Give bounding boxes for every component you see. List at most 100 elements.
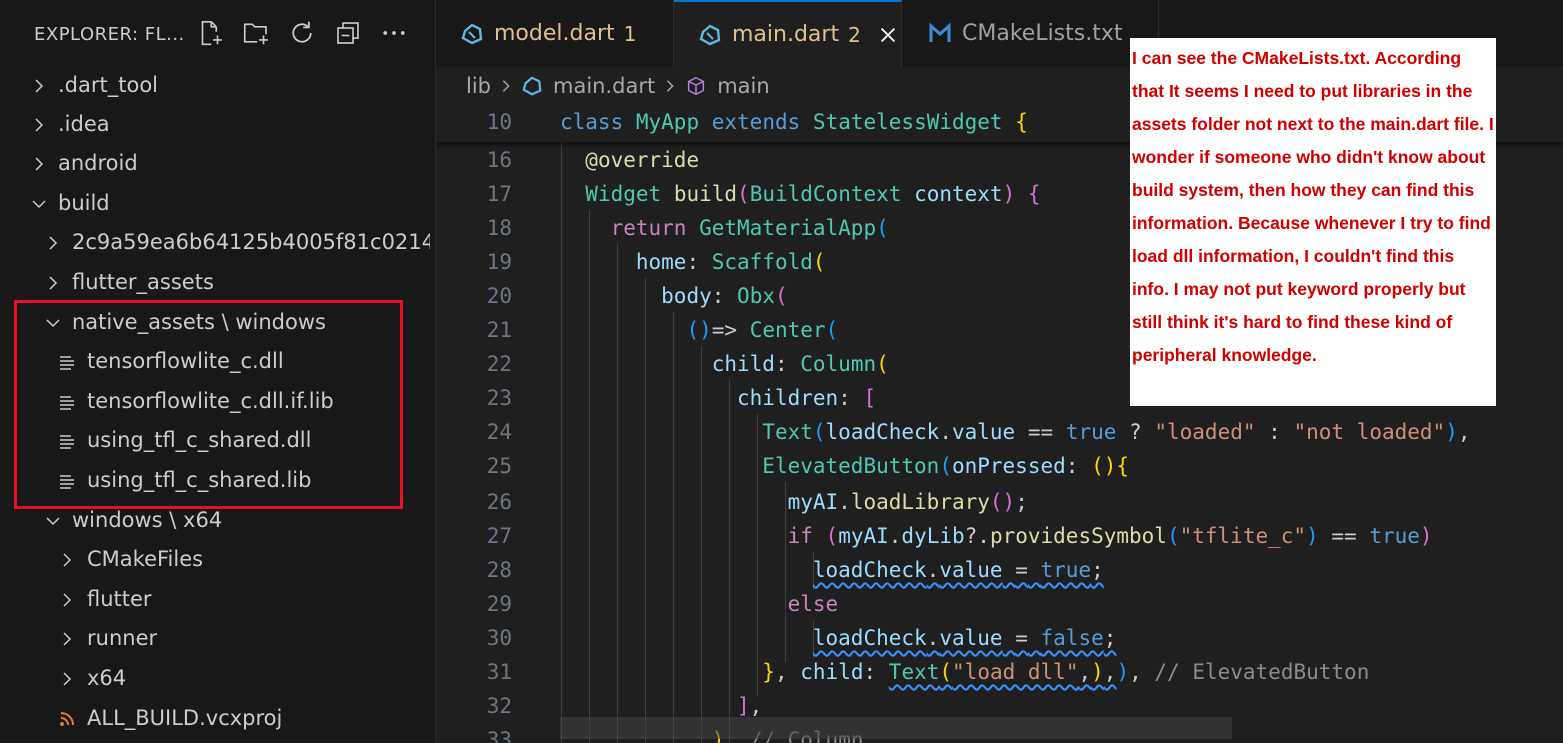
rss-file-icon [59, 711, 75, 727]
code-line-25: ElevatedButton(onPressed: (){ [762, 454, 1130, 478]
line-number: 22 [486, 352, 512, 376]
tree-folder[interactable]: native_assets \ windows [0, 304, 436, 342]
tree-file[interactable]: using_tfl_c_shared.lib [0, 462, 436, 500]
tree-file[interactable]: tensorflowlite_c.dll [0, 343, 436, 381]
line-number: 25 [486, 454, 512, 478]
line-number: 26 [486, 490, 512, 514]
tree-folder[interactable]: flutter [0, 581, 436, 619]
tree-file[interactable]: ALL_BUILD.vcxproj [0, 700, 436, 738]
text-file-icon [59, 354, 75, 370]
code-line-21: ()=> Center( [686, 318, 839, 342]
code-line-20: body: Obx( [661, 284, 788, 308]
tree-folder[interactable]: flutter_assets [0, 264, 436, 302]
line-number: 31 [486, 660, 512, 684]
tree-folder[interactable]: windows \ x64 [0, 502, 436, 540]
line-number: 20 [486, 284, 512, 308]
line-number: 17 [486, 182, 512, 206]
tree-folder[interactable]: android [0, 145, 436, 183]
more-actions-icon[interactable] [377, 16, 410, 49]
text-file-icon [59, 433, 75, 449]
chevron-right-icon[interactable] [28, 67, 50, 105]
dart-icon [522, 76, 542, 96]
tree-file[interactable]: using_tfl_c_shared.dll [0, 422, 436, 460]
tree-item-label: build [58, 191, 110, 215]
chevron-right-icon[interactable] [56, 660, 78, 698]
chevron-down-icon[interactable] [42, 502, 64, 540]
line-number: 23 [486, 386, 512, 410]
horizontal-scrollbar[interactable] [560, 717, 1232, 739]
line-number: 27 [486, 524, 512, 548]
code-line-17: Widget build(BuildContext context) { [585, 182, 1041, 206]
tree-file[interactable]: tensorflowlite_c.dll.if.lib [0, 383, 436, 421]
chevron-right-icon[interactable] [56, 541, 78, 579]
tree-item-label: native_assets \ windows [72, 310, 326, 334]
tree-folder[interactable]: .dart_tool [0, 67, 436, 105]
code-line-30: loadCheck.value = false; [812, 626, 1117, 650]
breadcrumb-file[interactable]: main.dart [553, 74, 655, 98]
chevron-right-icon[interactable] [56, 581, 78, 619]
refresh-icon[interactable] [285, 16, 318, 49]
tree-item-label: .idea [58, 112, 110, 136]
breadcrumb-symbol[interactable]: main [717, 74, 769, 98]
problem-count: 1 [623, 21, 637, 46]
chevron-right-icon[interactable] [28, 106, 50, 144]
tree-item-label: x64 [87, 666, 127, 690]
explorer-actions [193, 16, 410, 49]
code-line-23: children: [ [737, 386, 877, 410]
chevron-down-icon[interactable] [28, 185, 50, 223]
annotation-text: I can see the CMakeLists.txt. According … [1132, 48, 1494, 365]
annotation-note: I can see the CMakeLists.txt. According … [1130, 38, 1496, 406]
chevron-right-icon[interactable] [42, 224, 64, 262]
tree-item-label: android [58, 151, 138, 175]
chevron-right-icon [502, 80, 510, 92]
tree-folder[interactable]: runner [0, 620, 436, 658]
tree-item-label: using_tfl_c_shared.dll [87, 428, 312, 452]
code-line-32: ], [737, 694, 763, 718]
tab-cmakelists[interactable]: CMakeLists.txt [902, 0, 1159, 67]
chevron-right-icon[interactable] [56, 620, 78, 658]
code-line-27: if (myAI.dyLib?.providesSymbol("tflite_c… [787, 524, 1433, 548]
code-line-24: Text(loadCheck.value == true ? "loaded" … [762, 420, 1471, 444]
tree-item-label: tensorflowlite_c.dll.if.lib [87, 389, 334, 413]
tree-item-label: ALL_BUILD.vcxproj [87, 706, 283, 730]
breadcrumb-folder[interactable]: lib [466, 74, 491, 98]
code-line-18: return GetMaterialApp( [610, 216, 889, 240]
close-icon[interactable] [877, 24, 899, 46]
tree-folder[interactable]: 2c9a59ea6b64125b4005f81c0214... [0, 224, 436, 262]
problem-count: 2 [848, 22, 861, 47]
line-number: 16 [486, 148, 512, 172]
chevron-right-icon [667, 80, 674, 92]
tab-label: model.dart [494, 21, 615, 46]
chevron-right-icon[interactable] [28, 145, 50, 183]
dart-icon [461, 23, 483, 44]
new-file-icon[interactable] [193, 16, 226, 49]
line-number: 30 [486, 626, 512, 650]
tab-model-dart[interactable]: model.dart 1 [436, 0, 674, 67]
text-file-icon [59, 473, 75, 489]
code-line-19: home: Scaffold( [635, 250, 826, 274]
tree-folder[interactable]: build [0, 185, 436, 223]
tree-item-label: runner [87, 626, 158, 650]
tab-label: main.dart [732, 22, 840, 47]
cube-symbol-icon [688, 76, 705, 96]
line-number: 29 [486, 592, 512, 616]
code-line-22: child: Column( [711, 352, 889, 376]
new-folder-icon[interactable] [239, 16, 272, 49]
chevron-right-icon[interactable] [42, 264, 64, 302]
tree-item-label: flutter [87, 587, 152, 611]
tree-folder[interactable]: x64 [0, 660, 436, 698]
explorer-title: EXPLORER: FL... [34, 24, 185, 45]
tree-item-label: flutter_assets [72, 270, 214, 294]
line-number: 19 [486, 250, 512, 274]
tree-item-label: tensorflowlite_c.dll [87, 349, 284, 373]
tree-item-label: .dart_tool [58, 73, 159, 97]
tree-folder[interactable]: CMakeFiles [0, 541, 436, 579]
tab-main-dart[interactable]: main.dart 2 [674, 0, 902, 67]
dart-icon [699, 24, 721, 45]
chevron-down-icon[interactable] [42, 304, 64, 342]
tree-folder[interactable]: .idea [0, 106, 436, 144]
collapse-all-icon[interactable] [331, 16, 364, 49]
explorer-header: EXPLORER: FL... [0, 0, 436, 68]
line-number: 18 [486, 216, 512, 240]
line-number: 24 [486, 420, 512, 444]
